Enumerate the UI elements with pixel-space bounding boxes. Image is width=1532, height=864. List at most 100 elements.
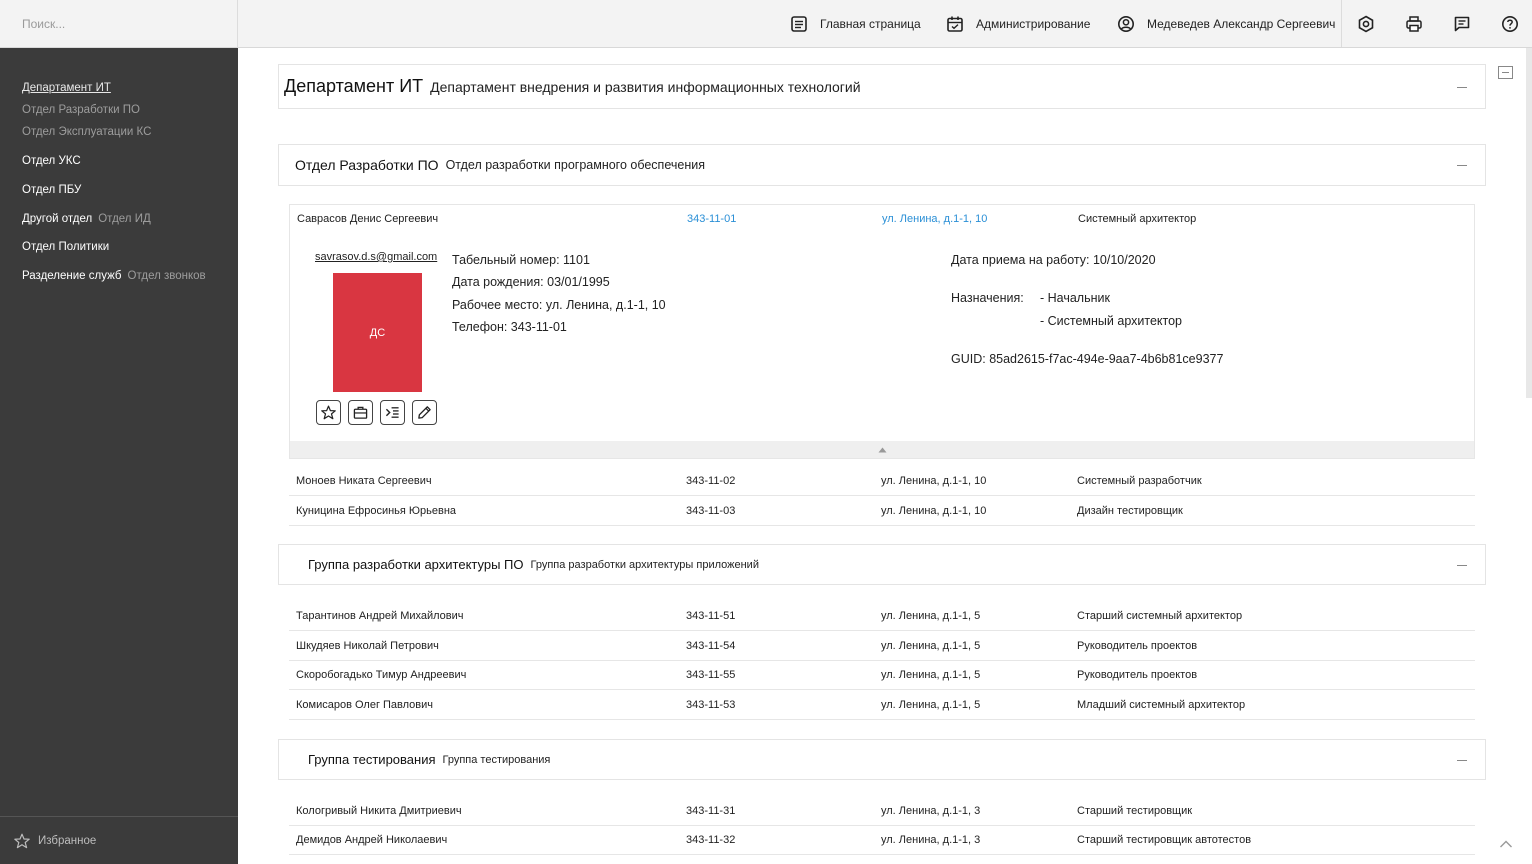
section-full-name: Группа разработки архитектуры приложений (530, 558, 759, 571)
department-header[interactable]: Департамент ИТ Департамент внедрения и р… (278, 64, 1486, 109)
scrollbar[interactable] (1526, 48, 1532, 398)
settings-button[interactable] (1354, 12, 1378, 36)
employee-phone: 343-11-02 (686, 474, 736, 487)
section-name: Группа тестирования (308, 752, 436, 767)
messages-button[interactable] (1450, 12, 1474, 36)
search-input[interactable] (0, 0, 237, 48)
sidebar: Департамент ИТ Отдел Разработки ПО Отдел… (0, 48, 238, 864)
table-row[interactable]: Демидов Андрей Николаевич 343-11-32 ул. … (289, 825, 1475, 855)
star-icon (14, 833, 30, 848)
employee-position: Старший тестировщик автотестов (1077, 833, 1252, 846)
sidebar-item-ops[interactable]: Отдел Эксплуатации КС (22, 126, 151, 138)
employee-address: ул. Ленина, д.1-1, 10 (881, 474, 987, 487)
employee-position: Системный архитектор (1078, 213, 1197, 225)
collapse-icon[interactable] (1457, 165, 1467, 166)
avatar: ДС (333, 273, 422, 392)
employee-name: Саврасов Денис Сергеевич (297, 213, 439, 225)
calendar-icon (947, 16, 963, 32)
collapse-icon[interactable] (1457, 759, 1467, 761)
tab-number: Табельный номер: 1101 (452, 253, 590, 267)
collapse-all-icon[interactable] (1498, 66, 1513, 79)
printer-icon (1406, 16, 1422, 32)
indent-list-button[interactable] (380, 400, 405, 425)
sidebar-item-label: Отдел Разработки ПО (22, 104, 140, 116)
table-row[interactable]: Комисаров Олег Павлович 343-11-53 ул. Ле… (289, 690, 1475, 720)
employee-position: Руководитель проектов (1077, 639, 1198, 652)
sidebar-item-pbu[interactable]: Отдел ПБУ (22, 184, 81, 196)
table-row[interactable]: Кологривый Никита Дмитриевич 343-11-31 у… (289, 796, 1475, 826)
employee-name: Шкудяев Николай Петрович (296, 639, 439, 652)
home-link[interactable]: Главная страница (790, 0, 921, 47)
section-header-architecture[interactable]: Группа разработки архитектуры ПО Группа … (278, 544, 1486, 585)
sidebar-item-label: Отдел ПБУ (22, 184, 82, 196)
section-header-dev[interactable]: Отдел Разработки ПО Отдел разработки про… (278, 144, 1486, 186)
home-label: Главная страница (820, 16, 921, 31)
employee-phone: 343-11-31 (686, 804, 736, 817)
employee-address: ул. Ленина, д.1-1, 3 (881, 804, 981, 817)
employee-address: ул. Ленина, д.1-1, 5 (881, 639, 981, 652)
employee-detail-card: Саврасов Денис Сергеевич 343-11-01 ул. Л… (289, 204, 1475, 459)
workplace: Рабочее место: ул. Ленина, д.1-1, 10 (452, 298, 666, 312)
birth-date: Дата рождения: 03/01/1995 (452, 275, 610, 289)
table-row[interactable]: Моноев Никата Сергеевич 343-11-02 ул. Ле… (289, 466, 1475, 496)
table-row[interactable]: Тарантинов Андрей Михайлович 343-11-51 у… (289, 601, 1475, 631)
section-header-testing[interactable]: Группа тестирования Группа тестирования (278, 739, 1486, 780)
favorite-button[interactable] (316, 400, 341, 425)
admin-link[interactable]: Администрирование (946, 0, 1090, 47)
star-icon (321, 405, 336, 420)
table-row[interactable]: Скоробогадько Тимур Андреевич 343-11-55 … (289, 660, 1475, 690)
sidebar-item-dev[interactable]: Отдел Разработки ПО (22, 104, 140, 116)
section-name: Группа разработки архитектуры ПО (308, 557, 524, 572)
telephone: Телефон: 343-11-01 (452, 320, 567, 334)
employee-position: Старший системный архитектор (1077, 609, 1243, 622)
employee-address: ул. Ленина, д.1-1, 5 (881, 668, 981, 681)
collapse-icon[interactable] (1457, 86, 1467, 88)
document-icon (791, 15, 807, 32)
pencil-icon (418, 406, 431, 419)
employee-phone: 343-11-55 (686, 668, 736, 681)
collapse-detail-button[interactable] (290, 441, 1474, 458)
edit-button[interactable] (412, 400, 437, 425)
employee-email-link[interactable]: savrasov.d.s@gmail.com (315, 251, 437, 263)
employee-address: ул. Ленина, д.1-1, 5 (881, 609, 981, 622)
table-row[interactable]: Шкудяев Николай Петрович 343-11-54 ул. Л… (289, 631, 1475, 661)
print-button[interactable] (1402, 12, 1426, 36)
employee-position: Младший системный архитектор (1077, 698, 1246, 711)
employee-phone-link[interactable]: 343-11-01 (687, 213, 736, 225)
department-name: Департамент ИТ (284, 76, 424, 96)
sidebar-item-other[interactable]: Другой отдел Отдел ИД (22, 213, 151, 225)
chevron-up-icon (878, 447, 886, 452)
toolbar-divider (1341, 0, 1342, 47)
employee-name: Демидов Андрей Николаевич (296, 833, 448, 846)
section-full-name: Отдел разработки програмного обеспечения (445, 158, 705, 172)
employee-phone: 343-11-51 (686, 609, 736, 622)
employee-address-link[interactable]: ул. Ленина, д.1-1, 10 (882, 213, 987, 225)
sidebar-item-services[interactable]: Разделение служб Отдел звонков (22, 270, 206, 282)
sidebar-item-label: Отдел Эксплуатации КС (22, 126, 152, 138)
sidebar-item-uks[interactable]: Отдел УКС (22, 155, 81, 167)
favorites-link[interactable]: Избранное (0, 816, 238, 864)
scroll-top-button[interactable] (1499, 838, 1513, 848)
table-row[interactable]: Куницина Ефросинья Юрьевна 343-11-03 ул.… (289, 496, 1475, 526)
sidebar-item-policy[interactable]: Отдел Политики (22, 241, 109, 253)
employee-address: ул. Ленина, д.1-1, 3 (881, 833, 981, 846)
employee-phone: 343-11-03 (686, 504, 736, 517)
help-icon (1502, 16, 1518, 32)
sidebar-item-label: Отдел Политики (22, 241, 110, 253)
chevron-up-icon (1500, 840, 1512, 848)
briefcase-button[interactable] (348, 400, 373, 425)
assignment-item: - Системный архитектор (1040, 314, 1182, 328)
employee-name: Кологривый Никита Дмитриевич (296, 804, 462, 817)
sidebar-item-dept-it[interactable]: Департамент ИТ (22, 82, 111, 94)
employee-position: Руководитель проектов (1077, 668, 1198, 681)
section-full-name: Группа тестирования (442, 753, 551, 766)
section-name: Отдел Разработки ПО (295, 157, 439, 173)
search-box (0, 0, 238, 48)
help-button[interactable] (1498, 12, 1522, 36)
favorites-label: Избранное (38, 834, 97, 847)
collapse-icon[interactable] (1457, 564, 1467, 566)
indent-list-icon (385, 407, 399, 418)
employee-name: Комисаров Олег Павлович (296, 698, 434, 711)
user-profile-link[interactable]: Медеведев Александр Сергеевич (1117, 0, 1335, 47)
employee-name: Скоробогадько Тимур Андреевич (296, 668, 467, 681)
